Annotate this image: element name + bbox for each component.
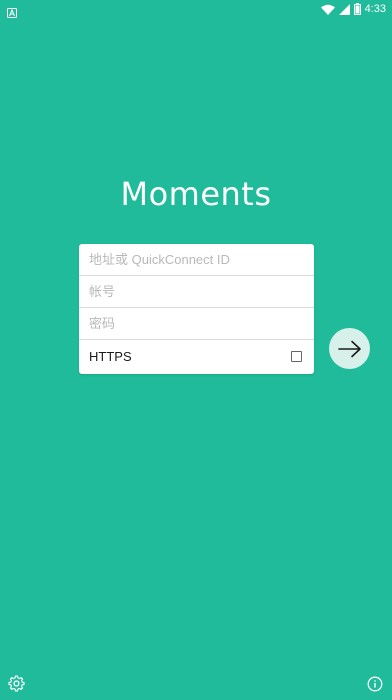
password-input[interactable] <box>79 308 314 339</box>
arrow-right-icon <box>337 340 361 357</box>
wifi-icon <box>320 4 335 15</box>
info-icon <box>367 676 383 692</box>
password-field-row <box>79 308 314 340</box>
battery-icon <box>353 3 361 15</box>
account-field-row <box>79 276 314 308</box>
address-input[interactable] <box>79 244 314 275</box>
https-label: HTTPS <box>89 349 132 364</box>
gear-icon <box>8 675 25 692</box>
status-time: 4:33 <box>364 3 386 15</box>
login-submit-button[interactable] <box>329 328 370 369</box>
app-notification-icon <box>7 3 17 18</box>
info-button[interactable] <box>367 676 383 692</box>
address-field-row <box>79 244 314 276</box>
settings-button[interactable] <box>8 675 25 692</box>
app-title: Moments <box>120 175 272 213</box>
status-icons: 4:33 <box>320 2 386 16</box>
account-input[interactable] <box>79 276 314 307</box>
login-form: HTTPS <box>79 244 314 374</box>
https-checkbox[interactable] <box>291 351 302 362</box>
status-bar: 4:33 <box>0 0 392 18</box>
cellular-signal-icon <box>338 3 350 15</box>
https-row[interactable]: HTTPS <box>79 340 314 373</box>
